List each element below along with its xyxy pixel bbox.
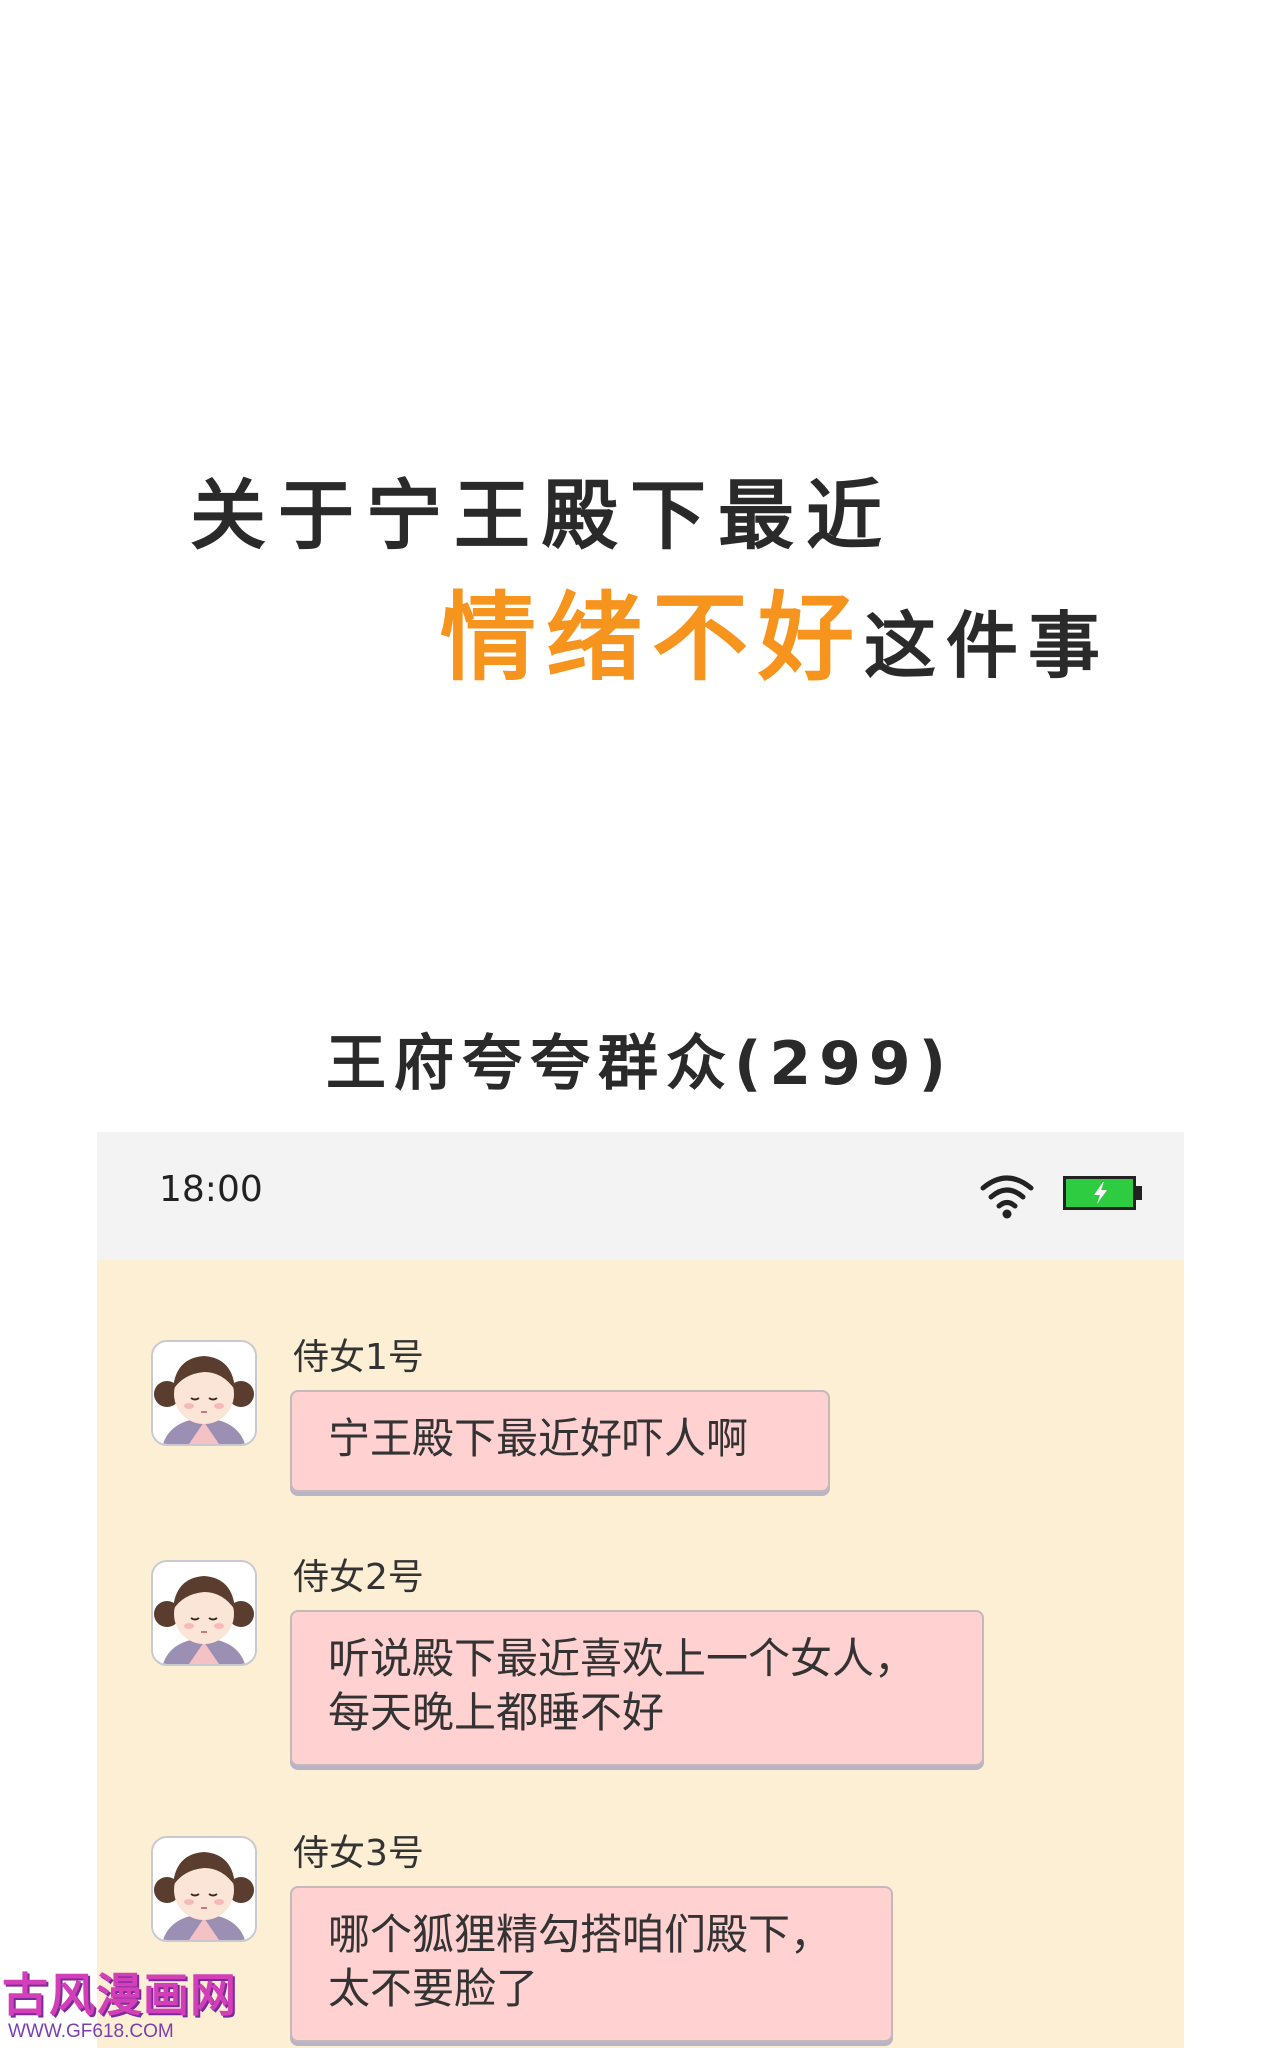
battery-charging-icon xyxy=(1063,1176,1142,1210)
headline-line-1: 关于宁王殿下最近 xyxy=(190,471,894,560)
chat-message: 侍女3号 哪个狐狸精勾搭咱们殿下， 太不要脸了 xyxy=(97,1836,1184,2048)
site-watermark: 古风漫画网 WWW.GF618.COM xyxy=(2,1972,236,2048)
message-bubble: 哪个狐狸精勾搭咱们殿下， 太不要脸了 xyxy=(290,1886,893,2042)
message-bubble: 宁王殿下最近好吓人啊 xyxy=(290,1390,830,1492)
message-text: 听说殿下最近喜欢上一个女人， xyxy=(328,1634,917,1683)
message-text: 宁王殿下最近好吓人啊 xyxy=(328,1414,749,1463)
sender-name: 侍女3号 xyxy=(293,1833,424,1874)
wifi-icon xyxy=(980,1175,1034,1219)
watermark-title: 古风漫画网 xyxy=(2,1968,237,2022)
maid-avatar-icon xyxy=(151,1340,257,1446)
status-time: 18:00 xyxy=(159,1169,263,1210)
headline-line-2: 情绪不好这件事 xyxy=(440,590,1110,686)
headline-rest: 这件事 xyxy=(864,604,1111,688)
chat-message: 侍女2号 听说殿下最近喜欢上一个女人， 每天晚上都睡不好 xyxy=(97,1560,1184,1780)
sender-name: 侍女1号 xyxy=(293,1337,424,1378)
maid-avatar-icon xyxy=(151,1836,257,1942)
message-text: 哪个狐狸精勾搭咱们殿下， xyxy=(328,1910,833,1959)
watermark-url: WWW.GF618.COM xyxy=(8,2021,174,2042)
message-bubble: 听说殿下最近喜欢上一个女人， 每天晚上都睡不好 xyxy=(290,1610,984,1766)
chat-group-name: 王府夸夸群众(299) xyxy=(325,1029,955,1099)
message-text: 每天晚上都睡不好 xyxy=(328,1688,665,1737)
maid-avatar-icon xyxy=(151,1560,257,1666)
status-bar: 18:00 xyxy=(97,1132,1184,1260)
message-text: 太不要脸了 xyxy=(328,1964,539,2013)
phone-chat-screen: 18:00 侍女1号 宁王殿下最近好吓人啊 侍女2号 听说殿下最近喜欢上一个女人… xyxy=(97,1132,1184,2048)
chat-message: 侍女1号 宁王殿下最近好吓人啊 xyxy=(97,1340,1184,1500)
headline-accent: 情绪不好 xyxy=(440,582,864,694)
sender-name: 侍女2号 xyxy=(293,1557,424,1598)
